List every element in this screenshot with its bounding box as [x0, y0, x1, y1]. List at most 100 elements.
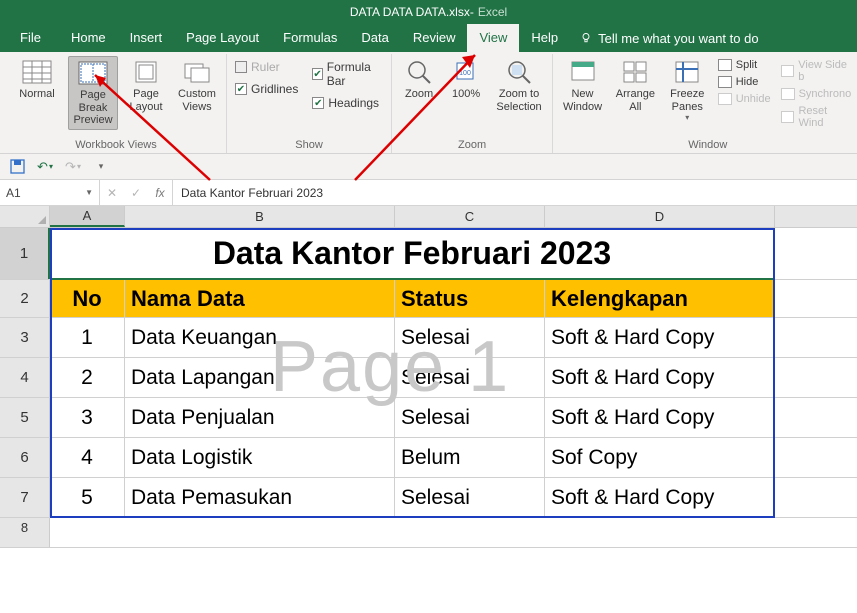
- col-header-c[interactable]: C: [395, 206, 545, 227]
- tell-me-label: Tell me what you want to do: [598, 31, 758, 46]
- normal-icon: [21, 58, 53, 86]
- tab-data[interactable]: Data: [349, 24, 400, 52]
- custom-views-button[interactable]: Custom Views: [174, 56, 220, 115]
- cell-r4-no[interactable]: 4: [50, 438, 125, 477]
- row-header-4[interactable]: 4: [0, 358, 50, 397]
- cell-r3-kel[interactable]: Soft & Hard Copy: [545, 398, 775, 437]
- cell-r1-status[interactable]: Selesai: [395, 318, 545, 357]
- fx-icon[interactable]: fx: [148, 186, 172, 200]
- reset-window-button: Reset Wind: [779, 104, 857, 130]
- group-window: New Window Arrange All Freeze Panes ▾ Sp…: [553, 54, 857, 153]
- name-box-value: A1: [6, 186, 21, 200]
- unhide-icon: [718, 93, 732, 105]
- select-all-corner[interactable]: [0, 206, 50, 227]
- redo-button: ↷▾: [64, 158, 82, 176]
- side-icon: [781, 65, 795, 77]
- cell-r2-no[interactable]: 2: [50, 358, 125, 397]
- cell-r3-nama[interactable]: Data Penjualan: [125, 398, 395, 437]
- tab-insert[interactable]: Insert: [118, 24, 175, 52]
- cell-r4-status[interactable]: Belum: [395, 438, 545, 477]
- tab-page-layout[interactable]: Page Layout: [174, 24, 271, 52]
- group-label-window: Window: [559, 137, 856, 153]
- column-headers: A B C D: [0, 206, 857, 228]
- cell-r4-nama[interactable]: Data Logistik: [125, 438, 395, 477]
- cancel-formula-icon: ✕: [100, 186, 124, 200]
- sync-icon: [781, 88, 795, 100]
- normal-view-button[interactable]: Normal: [12, 56, 62, 103]
- row-8: 8: [0, 518, 857, 548]
- tab-help[interactable]: Help: [519, 24, 570, 52]
- undo-button[interactable]: ↶▾: [36, 158, 54, 176]
- cell-r2-kel[interactable]: Soft & Hard Copy: [545, 358, 775, 397]
- split-button[interactable]: Split: [716, 58, 773, 72]
- zoom-100-button[interactable]: 100 100%: [446, 56, 486, 103]
- hide-button[interactable]: Hide: [716, 75, 773, 89]
- headings-checkbox[interactable]: ✔Headings: [312, 96, 379, 110]
- cell-empty[interactable]: [50, 518, 775, 547]
- tab-home[interactable]: Home: [59, 24, 118, 52]
- group-label-workbook-views: Workbook Views: [12, 137, 220, 153]
- tab-review[interactable]: Review: [401, 24, 468, 52]
- col-header-b[interactable]: B: [125, 206, 395, 227]
- cell-r1-kel[interactable]: Soft & Hard Copy: [545, 318, 775, 357]
- row-header-5[interactable]: 5: [0, 398, 50, 437]
- formula-input[interactable]: Data Kantor Februari 2023: [173, 180, 857, 205]
- row-header-8[interactable]: 8: [0, 518, 50, 547]
- save-button[interactable]: [8, 158, 26, 176]
- freeze-icon: [671, 58, 703, 86]
- row-header-7[interactable]: 7: [0, 478, 50, 517]
- cell-hdr-status[interactable]: Status: [395, 280, 545, 317]
- quick-access-toolbar: ↶▾ ↷▾ ▾: [0, 154, 857, 180]
- cell-r3-status[interactable]: Selesai: [395, 398, 545, 437]
- cell-r4-kel[interactable]: Sof Copy: [545, 438, 775, 477]
- cell-r5-status[interactable]: Selesai: [395, 478, 545, 517]
- zoom-button[interactable]: Zoom: [398, 56, 440, 103]
- app-name: Excel: [478, 5, 507, 19]
- page-layout-button[interactable]: Page Layout: [124, 56, 168, 115]
- page-break-preview-button[interactable]: Page Break Preview: [68, 56, 118, 130]
- tell-me[interactable]: Tell me what you want to do: [570, 24, 768, 52]
- tab-formulas[interactable]: Formulas: [271, 24, 349, 52]
- col-header-a[interactable]: A: [50, 206, 125, 227]
- cell-hdr-no[interactable]: No: [50, 280, 125, 317]
- cell-r5-nama[interactable]: Data Pemasukan: [125, 478, 395, 517]
- group-show: Ruler ✔Gridlines ✔Formula Bar ✔Headings …: [227, 54, 392, 153]
- cell-r1-nama[interactable]: Data Keuangan: [125, 318, 395, 357]
- cell-title[interactable]: Data Kantor Februari 2023: [50, 228, 775, 279]
- row-header-1[interactable]: 1: [0, 228, 50, 279]
- row-header-2[interactable]: 2: [0, 280, 50, 317]
- cell-hdr-nama[interactable]: Nama Data: [125, 280, 395, 317]
- arrange-all-button[interactable]: Arrange All: [612, 56, 659, 115]
- title-bar: DATA DATA DATA.xlsx - Excel: [0, 0, 857, 24]
- cell-r1-no[interactable]: 1: [50, 318, 125, 357]
- view-side-button: View Side b: [779, 58, 857, 84]
- row-header-3[interactable]: 3: [0, 318, 50, 357]
- row-header-6[interactable]: 6: [0, 438, 50, 477]
- name-box-dropdown-icon[interactable]: ▼: [85, 188, 93, 197]
- name-box[interactable]: A1 ▼: [0, 180, 100, 205]
- cell-hdr-kel[interactable]: Kelengkapan: [545, 280, 775, 317]
- formula-bar-checkbox[interactable]: ✔Formula Bar: [312, 60, 379, 88]
- tab-file[interactable]: File: [6, 24, 59, 52]
- zoom-selection-button[interactable]: Zoom to Selection: [492, 56, 546, 115]
- row-3: 3 1 Data Keuangan Selesai Soft & Hard Co…: [0, 318, 857, 358]
- cell-r5-no[interactable]: 5: [50, 478, 125, 517]
- qat-customize[interactable]: ▾: [92, 158, 110, 176]
- new-window-icon: [567, 58, 599, 86]
- col-header-d[interactable]: D: [545, 206, 775, 227]
- hide-icon: [718, 76, 732, 88]
- cell-r5-kel[interactable]: Soft & Hard Copy: [545, 478, 775, 517]
- cell-r2-nama[interactable]: Data Lapangan: [125, 358, 395, 397]
- cell-r2-status[interactable]: Selesai: [395, 358, 545, 397]
- cell-r3-no[interactable]: 3: [50, 398, 125, 437]
- spreadsheet-grid[interactable]: A B C D 1 Data Kantor Februari 2023 2 No…: [0, 206, 857, 548]
- freeze-panes-button[interactable]: Freeze Panes ▾: [665, 56, 710, 124]
- gridlines-checkbox[interactable]: ✔Gridlines: [235, 82, 298, 96]
- normal-label: Normal: [19, 88, 54, 101]
- svg-text:100: 100: [459, 70, 471, 77]
- formula-bar: A1 ▼ ✕ ✓ fx Data Kantor Februari 2023: [0, 180, 857, 206]
- row-4: 4 2 Data Lapangan Selesai Soft & Hard Co…: [0, 358, 857, 398]
- tab-view[interactable]: View: [467, 24, 519, 52]
- ribbon-tabs: File Home Insert Page Layout Formulas Da…: [0, 24, 857, 52]
- new-window-button[interactable]: New Window: [559, 56, 606, 115]
